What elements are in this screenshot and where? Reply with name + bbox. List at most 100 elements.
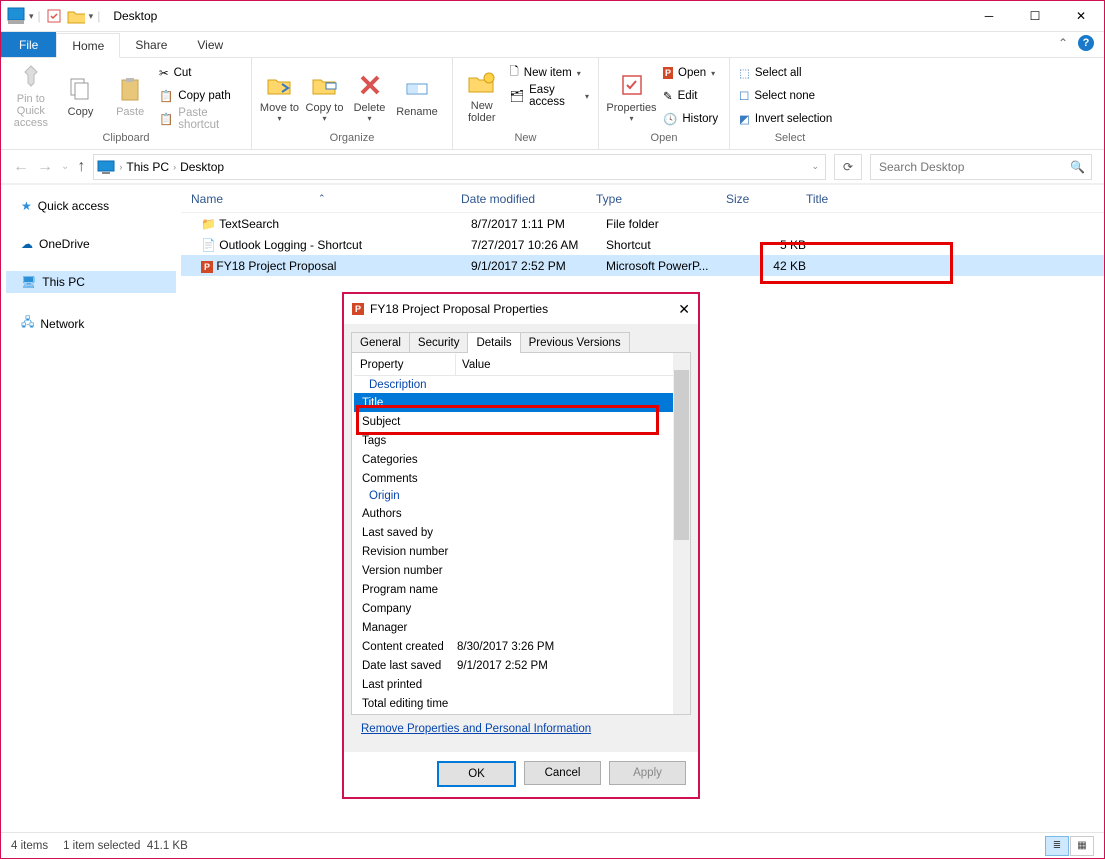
- status-item-count: 4 items: [11, 840, 48, 852]
- recent-dropdown[interactable]: ⌄: [61, 161, 69, 172]
- qat-chevron-icon[interactable]: ▾: [29, 11, 34, 22]
- file-tab[interactable]: File: [1, 32, 56, 57]
- file-row[interactable]: 📁 TextSearch 8/7/2017 1:11 PM File folde…: [181, 213, 1104, 234]
- breadcrumb[interactable]: › This PC › Desktop ⌄: [93, 154, 826, 180]
- close-button[interactable]: ✕: [1058, 1, 1104, 31]
- minimize-button[interactable]: ─: [966, 1, 1012, 31]
- ppt-icon: P: [352, 303, 364, 315]
- sidebar-item-quick-access[interactable]: ★Quick access: [6, 195, 176, 217]
- maximize-button[interactable]: ☐: [1012, 1, 1058, 31]
- dialog-tabs: General Security Details Previous Versio…: [351, 331, 691, 352]
- cancel-button[interactable]: Cancel: [524, 761, 601, 785]
- qat-chevron-icon[interactable]: ▾: [89, 11, 94, 22]
- property-row-title[interactable]: Title: [354, 393, 690, 412]
- property-row[interactable]: Subject: [354, 412, 690, 431]
- titlebar: ▾ | ▾ | Desktop ─ ☐ ✕: [1, 1, 1104, 32]
- delete-button[interactable]: Delete▾: [347, 61, 392, 129]
- property-row[interactable]: Date last saved9/1/2017 2:52 PM: [354, 656, 690, 675]
- back-button[interactable]: ←: [13, 158, 29, 176]
- column-name[interactable]: Name⌃: [181, 192, 451, 206]
- file-row[interactable]: 📄 Outlook Logging - Shortcut 7/27/2017 1…: [181, 234, 1104, 255]
- property-row[interactable]: Manager: [354, 618, 690, 637]
- app-icon: [7, 7, 25, 25]
- value-header[interactable]: Value: [456, 354, 681, 376]
- select-none-icon: ☐: [739, 89, 749, 103]
- home-tab[interactable]: Home: [56, 33, 120, 58]
- paste-shortcut-button[interactable]: 📋Paste shortcut: [155, 109, 246, 129]
- breadcrumb-part[interactable]: This PC: [126, 160, 169, 174]
- new-item-icon: 🗋: [510, 64, 519, 83]
- copy-button[interactable]: Copy: [56, 61, 106, 129]
- search-icon[interactable]: 🔍: [1070, 160, 1085, 174]
- apply-button[interactable]: Apply: [609, 761, 686, 785]
- property-row[interactable]: Content created8/30/2017 3:26 PM: [354, 637, 690, 656]
- tab-general[interactable]: General: [351, 332, 410, 353]
- breadcrumb-part[interactable]: Desktop: [180, 160, 224, 174]
- window-title: Desktop: [110, 9, 966, 23]
- collapse-ribbon-icon[interactable]: ⌃: [1058, 36, 1068, 50]
- open-button[interactable]: POpen▾: [659, 63, 722, 83]
- ok-button[interactable]: OK: [437, 761, 516, 787]
- folder-qat-icon[interactable]: [67, 7, 85, 25]
- dialog-close-button[interactable]: ✕: [678, 301, 690, 318]
- column-size[interactable]: Size: [716, 192, 796, 206]
- address-bar-row: ← → ⌄ ↑ › This PC › Desktop ⌄ ⟳ 🔍: [1, 150, 1104, 185]
- refresh-button[interactable]: ⟳: [834, 154, 862, 180]
- tab-security[interactable]: Security: [409, 332, 469, 353]
- new-group-label: New: [453, 132, 598, 149]
- tab-details[interactable]: Details: [467, 332, 520, 353]
- properties-button[interactable]: Properties▾: [604, 61, 659, 129]
- view-tab[interactable]: View: [182, 32, 238, 57]
- new-folder-button[interactable]: New folder: [458, 61, 506, 129]
- property-row[interactable]: Tags: [354, 431, 690, 450]
- property-row[interactable]: Last saved by: [354, 523, 690, 542]
- property-row[interactable]: Program name: [354, 580, 690, 599]
- help-icon[interactable]: ?: [1078, 35, 1094, 51]
- details-view-button[interactable]: ≣: [1045, 836, 1069, 856]
- cut-button[interactable]: ✂Cut: [155, 63, 246, 83]
- property-row[interactable]: Revision number: [354, 542, 690, 561]
- paste-button[interactable]: Paste: [105, 61, 155, 129]
- select-group-label: Select: [730, 132, 850, 149]
- property-row[interactable]: Last printed: [354, 675, 690, 694]
- invert-selection-button[interactable]: ◩Invert selection: [735, 109, 836, 129]
- remove-properties-link[interactable]: Remove Properties and Personal Informati…: [361, 723, 691, 735]
- shortcut-icon: 📄: [201, 238, 216, 252]
- sidebar-item-this-pc[interactable]: 🖥This PC: [6, 271, 176, 293]
- property-header[interactable]: Property: [354, 354, 456, 376]
- select-all-button[interactable]: ⬚Select all: [735, 63, 836, 83]
- edit-button[interactable]: ✎Edit: [659, 86, 722, 106]
- up-button[interactable]: ↑: [77, 158, 85, 176]
- copy-path-icon: 📋: [159, 89, 173, 103]
- property-row[interactable]: Total editing time: [354, 694, 690, 713]
- search-input[interactable]: [877, 159, 1070, 175]
- share-tab[interactable]: Share: [120, 32, 182, 57]
- search-box[interactable]: 🔍: [870, 154, 1092, 180]
- rename-button[interactable]: Rename: [392, 61, 442, 129]
- sidebar-item-onedrive[interactable]: ☁OneDrive: [6, 233, 176, 255]
- property-row[interactable]: Categories: [354, 450, 690, 469]
- history-button[interactable]: 🕓History: [659, 109, 722, 129]
- column-date[interactable]: Date modified: [451, 192, 586, 206]
- property-row[interactable]: Comments: [354, 469, 690, 488]
- tab-previous-versions[interactable]: Previous Versions: [520, 332, 630, 353]
- file-row[interactable]: P FY18 Project Proposal 9/1/2017 2:52 PM…: [181, 255, 1104, 276]
- copy-to-button[interactable]: Copy to▾: [302, 61, 347, 129]
- icons-view-button[interactable]: ▦: [1070, 836, 1094, 856]
- new-item-button[interactable]: 🗋New item▾: [506, 63, 593, 83]
- select-none-button[interactable]: ☐Select none: [735, 86, 836, 106]
- scrollbar[interactable]: [673, 353, 690, 714]
- forward-button[interactable]: →: [37, 158, 53, 176]
- properties-qat-icon[interactable]: [45, 7, 63, 25]
- sidebar-item-network[interactable]: 🖧Network: [6, 309, 176, 338]
- column-title[interactable]: Title: [796, 192, 996, 206]
- property-row[interactable]: Version number: [354, 561, 690, 580]
- move-to-button[interactable]: Move to▾: [257, 61, 302, 129]
- property-row[interactable]: Authors: [354, 504, 690, 523]
- property-row[interactable]: Company: [354, 599, 690, 618]
- column-type[interactable]: Type: [586, 192, 716, 206]
- pin-to-quick-access-button[interactable]: Pin to Quick access: [6, 61, 56, 129]
- copy-path-button[interactable]: 📋Copy path: [155, 86, 246, 106]
- easy-access-button[interactable]: 🗂Easy access▾: [506, 86, 593, 106]
- easy-access-icon: 🗂: [510, 89, 525, 103]
